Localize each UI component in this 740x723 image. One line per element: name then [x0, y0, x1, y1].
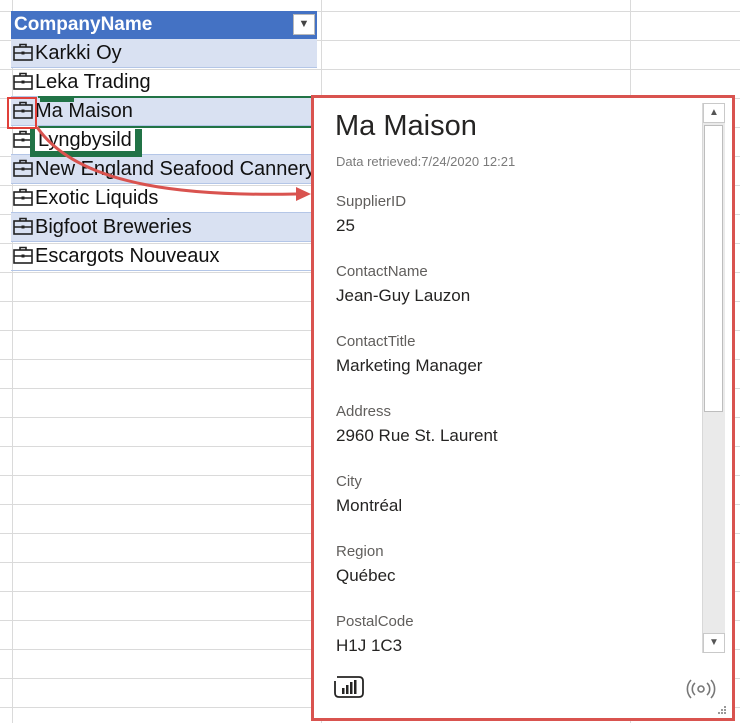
field-value: Jean-Guy Lauzon [336, 286, 471, 305]
field-value: Québec [336, 566, 396, 585]
table-header[interactable]: CompanyName ▼ [11, 11, 317, 39]
field-label: ContactTitle [336, 333, 416, 350]
field-label: Region [336, 543, 384, 560]
scroll-down-icon[interactable]: ▼ [703, 633, 725, 653]
field-value: 2960 Rue St. Laurent [336, 426, 498, 445]
table-row[interactable]: Bigfoot Breweries [11, 213, 317, 242]
selected-icon-highlight [7, 97, 37, 129]
table-row[interactable]: Lyngbysild [11, 126, 317, 155]
card-scrollbar[interactable]: ▲ ▼ [702, 103, 725, 653]
field-label: City [336, 473, 362, 490]
power-bi-icon[interactable] [333, 676, 365, 700]
field-contactname: ContactName Jean-Guy Lauzon [336, 263, 470, 306]
active-cell-border [38, 96, 316, 98]
field-city: City Montréal [336, 473, 402, 516]
broadcast-icon[interactable] [685, 678, 717, 700]
field-value: Marketing Manager [336, 356, 483, 375]
field-supplierid: SupplierID 25 [336, 193, 406, 236]
field-region: Region Québec [336, 543, 396, 586]
field-postalcode: PostalCode H1J 1C3 [336, 613, 414, 656]
company-table: CompanyName ▼ Karkki Oy Leka Trading Ma … [11, 11, 317, 271]
briefcase-icon [13, 217, 33, 235]
briefcase-icon [13, 159, 33, 177]
briefcase-icon [13, 246, 33, 264]
company-name: Ma Maison [35, 100, 133, 122]
briefcase-icon [13, 72, 33, 90]
company-name: Leka Trading [35, 71, 151, 93]
table-row[interactable]: Ma Maison [11, 97, 317, 126]
data-retrieved-text: Data retrieved:7/24/2020 12:21 [336, 154, 516, 169]
field-label: ContactName [336, 263, 428, 280]
company-name: Exotic Liquids [35, 187, 159, 209]
briefcase-icon [13, 188, 33, 206]
table-row[interactable]: New England Seafood Cannery [11, 155, 317, 184]
company-name: New England Seafood Cannery [35, 158, 316, 180]
company-name: Escargots Nouveaux [35, 245, 220, 267]
table-row[interactable]: Karkki Oy [11, 39, 317, 68]
column-header-companyname: CompanyName [14, 14, 153, 35]
briefcase-icon [13, 43, 33, 61]
table-row[interactable]: Escargots Nouveaux [11, 242, 317, 271]
active-cell-border [38, 126, 316, 128]
table-row[interactable]: Leka Trading [11, 68, 317, 97]
field-value: H1J 1C3 [336, 636, 403, 655]
scrollbar-thumb[interactable] [704, 125, 723, 412]
field-label: SupplierID [336, 193, 407, 210]
company-name: Lyngbysild [35, 129, 135, 151]
data-type-card: Ma Maison Data retrieved:7/24/2020 12:21… [311, 95, 735, 721]
dropdown-arrow-icon[interactable]: ▼ [293, 14, 315, 35]
field-label: Address [336, 403, 392, 420]
company-name: Karkki Oy [35, 42, 122, 64]
field-address: Address 2960 Rue St. Laurent [336, 403, 498, 446]
card-title: Ma Maison [335, 110, 477, 142]
field-value: Montréal [336, 496, 403, 515]
scroll-up-icon[interactable]: ▲ [703, 103, 725, 123]
field-value: 25 [336, 216, 355, 235]
table-row[interactable]: Exotic Liquids [11, 184, 317, 213]
field-label: PostalCode [336, 613, 414, 630]
field-contacttitle: ContactTitle Marketing Manager [336, 333, 482, 376]
resize-grip-icon[interactable] [717, 705, 727, 715]
company-name: Bigfoot Breweries [35, 216, 192, 238]
